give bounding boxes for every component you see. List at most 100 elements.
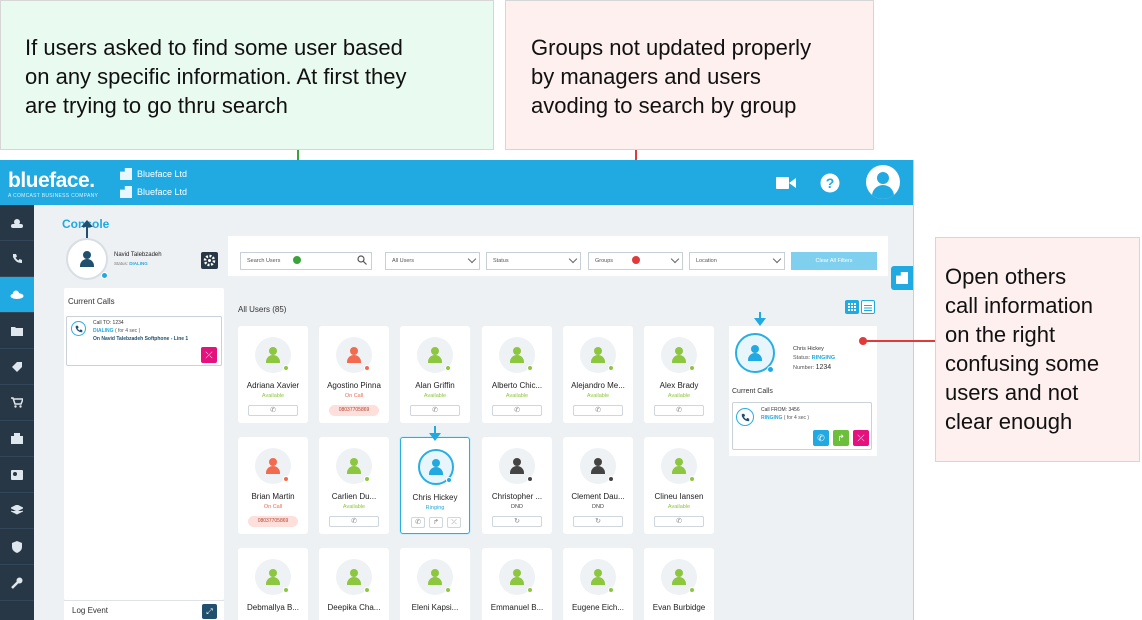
presence-dot xyxy=(445,365,451,371)
chevron-down-icon xyxy=(568,254,578,264)
call-icon[interactable]: ✆ xyxy=(654,405,704,416)
call-icon[interactable]: ✆ xyxy=(492,405,542,416)
selected-current-calls-title: Current Calls xyxy=(732,388,773,395)
user-card[interactable]: Adriana Xavier Available ✆ xyxy=(238,326,308,423)
call-icon[interactable]: ✆ xyxy=(248,405,298,416)
all-users-select[interactable]: All Users xyxy=(385,252,480,270)
user-call-number[interactable]: 08037705869 xyxy=(329,405,379,416)
org-switcher-1[interactable]: Blueface Ltd xyxy=(120,168,187,180)
user-card[interactable]: Brian Martin On Call 08037705869 xyxy=(238,437,308,534)
current-calls-title: Current Calls xyxy=(68,297,115,306)
user-card[interactable]: Clineu Iansen Available ✆ xyxy=(644,437,714,534)
clear-filters-button[interactable]: Clear All Filters xyxy=(791,252,877,270)
presence-dot xyxy=(445,587,451,593)
user-card[interactable]: Emmanuel B... xyxy=(482,548,552,620)
help-icon[interactable]: ? xyxy=(820,173,840,198)
video-camera-icon[interactable] xyxy=(776,176,796,195)
org-panel-toggle[interactable] xyxy=(891,266,913,290)
user-status: DND xyxy=(511,504,523,510)
user-status: Available xyxy=(667,393,691,399)
answer-button[interactable]: ✆ xyxy=(813,430,829,446)
hangup-icon[interactable]: ⤫ xyxy=(447,517,461,528)
reject-button[interactable]: ⤫ xyxy=(853,430,869,446)
user-name: Carlien Du... xyxy=(331,492,377,501)
user-card[interactable]: Alberto Chic... Available ✆ xyxy=(482,326,552,423)
user-card[interactable]: Agostino Pinna On Call 08037705869 xyxy=(319,326,389,423)
location-select[interactable]: Location xyxy=(689,252,785,270)
phone-icon xyxy=(71,321,86,336)
nav-layers-icon[interactable] xyxy=(0,493,34,529)
nav-phone-icon[interactable] xyxy=(0,241,34,277)
user-name: Alan Griffin xyxy=(415,381,455,390)
user-card[interactable]: Clement Dau... DND ↻ xyxy=(563,437,633,534)
nav-tag-icon[interactable] xyxy=(0,349,34,385)
user-status: DND xyxy=(592,504,604,510)
user-card[interactable]: Eleni Kapsi... xyxy=(400,548,470,620)
log-event-title: Log Event xyxy=(72,606,109,615)
user-card[interactable]: Deepika Cha... xyxy=(319,548,389,620)
list-view-icon[interactable] xyxy=(861,300,875,314)
nav-dashboard-icon[interactable] xyxy=(0,205,34,241)
user-status: Available xyxy=(586,393,610,399)
nav-wrench-icon[interactable] xyxy=(0,565,34,601)
user-status: Available xyxy=(261,393,285,399)
transfer-icon[interactable]: ↱ xyxy=(429,517,443,528)
redial-icon[interactable]: ↻ xyxy=(573,516,623,527)
search-annotation: If users asked to find some user based o… xyxy=(0,0,494,150)
user-name: Eleni Kapsi... xyxy=(411,603,459,612)
groups-select-value: Groups xyxy=(595,258,614,264)
call-icon[interactable]: ✆ xyxy=(573,405,623,416)
groups-annotation-line-3: avoding to search by group xyxy=(531,93,797,118)
user-status: Available xyxy=(423,393,447,399)
call-state: DIALING xyxy=(93,328,114,334)
redial-icon[interactable]: ↻ xyxy=(492,516,542,527)
user-card[interactable]: Chris Hickey Ringing ✆ ↱ ⤫ xyxy=(400,437,470,534)
call-icon[interactable]: ✆ xyxy=(411,517,425,528)
expand-icon[interactable]: ⤢ xyxy=(202,604,217,619)
user-status: Available xyxy=(342,504,366,510)
nav-cloud-icon[interactable] xyxy=(0,277,34,313)
user-card[interactable]: Christopher ... DND ↻ xyxy=(482,437,552,534)
user-status: Available xyxy=(505,393,529,399)
right-connector-line xyxy=(864,340,935,342)
search-input[interactable]: Search Users xyxy=(240,252,372,270)
org-name: Blueface Ltd xyxy=(137,187,188,197)
nav-fax-icon[interactable] xyxy=(0,421,34,457)
selected-call-card[interactable]: Call FROM: 3456 RINGING ( for 4 sec ) ✆ … xyxy=(732,402,872,450)
grid-view-icon[interactable] xyxy=(845,300,859,314)
user-name: Chris Hickey xyxy=(412,493,458,502)
selected-user-status-label: Status: xyxy=(793,355,811,361)
nav-cart-icon[interactable] xyxy=(0,385,34,421)
user-name: Alberto Chic... xyxy=(491,381,543,390)
status-select[interactable]: Status xyxy=(486,252,581,270)
presence-dot xyxy=(283,476,289,482)
settings-gear-icon[interactable] xyxy=(201,252,218,269)
user-status: On Call xyxy=(344,393,364,399)
user-card[interactable]: Evan Burbidge xyxy=(644,548,714,620)
transfer-button[interactable]: ↱ xyxy=(833,430,849,446)
nav-contacts-icon[interactable] xyxy=(0,457,34,493)
chevron-down-icon xyxy=(772,254,782,264)
user-card[interactable]: Alan Griffin Available ✆ xyxy=(400,326,470,423)
call-icon[interactable]: ✆ xyxy=(329,516,379,527)
call-line: On Navid Talebzadeh Softphone - Line 1 xyxy=(93,336,189,342)
nav-shield-icon[interactable] xyxy=(0,529,34,565)
right-annotation-line-4: confusing some xyxy=(945,351,1100,376)
call-icon[interactable]: ✆ xyxy=(410,405,460,416)
user-card[interactable]: Eugene Eich... xyxy=(563,548,633,620)
call-to: Call TO: 1234 xyxy=(93,320,124,326)
user-card[interactable]: Alex Brady Available ✆ xyxy=(644,326,714,423)
user-name: Agostino Pinna xyxy=(327,381,381,390)
my-call-card[interactable]: Call TO: 1234 DIALING ( for 4 sec ) On N… xyxy=(66,316,222,366)
call-icon[interactable]: ✆ xyxy=(654,516,704,527)
presence-dot xyxy=(446,477,452,483)
user-card[interactable]: Debmallya B... xyxy=(238,548,308,620)
search-icon[interactable] xyxy=(357,255,367,267)
user-avatar[interactable] xyxy=(866,165,900,199)
org-switcher-2[interactable]: Blueface Ltd xyxy=(120,186,187,198)
nav-folder-icon[interactable] xyxy=(0,313,34,349)
user-call-number[interactable]: 08037705869 xyxy=(248,516,298,527)
hangup-button[interactable]: ⤫ xyxy=(201,347,217,363)
user-card[interactable]: Alejandro Me... Available ✆ xyxy=(563,326,633,423)
user-card[interactable]: Carlien Du... Available ✆ xyxy=(319,437,389,534)
